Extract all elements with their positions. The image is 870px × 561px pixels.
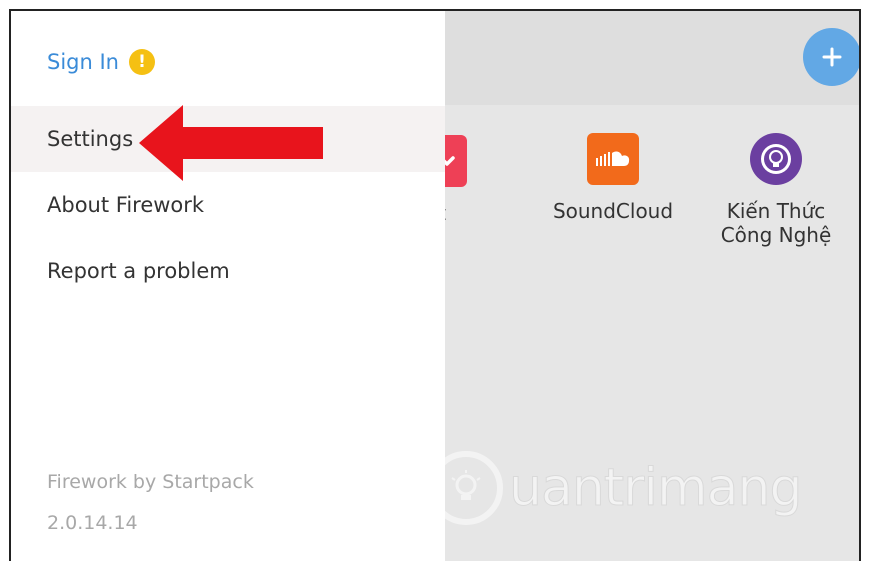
app-tile-soundcloud[interactable]: SoundCloud (533, 133, 693, 223)
warning-icon: ! (128, 49, 155, 75)
screenshot-frame: ket SoundCloud (9, 9, 861, 561)
sign-in-link[interactable]: Sign In ! (47, 49, 155, 75)
footer-product-name: Firework by Startpack (47, 471, 254, 493)
menu-item-about[interactable]: About Firework (11, 172, 445, 238)
menu-item-label: Report a problem (47, 259, 230, 283)
app-tile-label: Kiến Thức Công Nghệ (720, 199, 832, 247)
lightbulb-icon (750, 133, 802, 185)
menu-item-label: About Firework (47, 193, 205, 217)
menu-item-label: Settings (47, 127, 134, 151)
side-menu: Sign In ! Settings About Firework Report… (11, 11, 445, 561)
app-tile-label: SoundCloud (552, 199, 674, 223)
red-arrow-annotation (139, 105, 323, 181)
plus-icon (822, 47, 842, 67)
app-tile-kien-thuc[interactable]: Kiến Thức Công Nghệ (701, 133, 851, 247)
watermark: uantrimang (429, 451, 803, 525)
menu-item-report-problem[interactable]: Report a problem (11, 238, 445, 304)
sign-in-label: Sign In (47, 50, 119, 74)
footer-version: 2.0.14.14 (47, 512, 138, 534)
add-button[interactable] (803, 28, 859, 86)
soundcloud-icon (587, 133, 639, 185)
watermark-text: uantrimang (508, 458, 802, 519)
